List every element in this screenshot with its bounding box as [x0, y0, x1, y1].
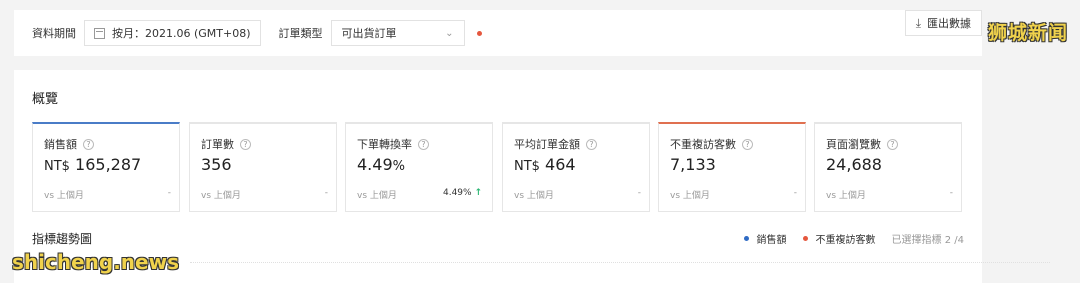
- metric-card-pageviews[interactable]: 頁面瀏覽數 ? 24,688 vs 上個月 -: [814, 122, 962, 212]
- card-delta: 4.49% ↑: [442, 188, 482, 198]
- overview-title: 概覽: [32, 92, 59, 107]
- card-title: 下單轉換率: [357, 138, 412, 151]
- help-icon[interactable]: ?: [83, 138, 94, 150]
- period-value: 按月：2021.06 (GMT+08): [112, 27, 251, 40]
- legend-dot: [802, 236, 808, 241]
- trend-title: 指標趨勢圖: [32, 232, 93, 246]
- help-icon[interactable]: ?: [887, 138, 898, 150]
- card-title: 頁面瀏覽數: [826, 138, 881, 151]
- card-value: 4.49%: [357, 155, 405, 174]
- metric-card-aov[interactable]: 平均訂單金額 ? NT$ 464 vs 上個月 -: [502, 122, 650, 212]
- trend-legend: 銷售額 不重複訪客數 已選擇指標 2 /4: [743, 231, 964, 246]
- help-icon[interactable]: ?: [742, 138, 753, 150]
- card-compare: vs 上個月: [44, 191, 84, 201]
- help-icon[interactable]: ?: [240, 138, 251, 150]
- order-type-label: 訂單類型: [278, 27, 323, 40]
- card-compare: vs 上個月: [201, 191, 241, 201]
- card-title: 銷售額: [44, 138, 77, 151]
- metric-card-visitors[interactable]: 不重複訪客數 ? 7,133 vs 上個月 -: [658, 122, 806, 212]
- card-compare: vs 上個月: [670, 191, 710, 201]
- card-title: 訂單數: [201, 138, 234, 151]
- legend-item-sales[interactable]: 銷售額: [743, 231, 787, 246]
- watermark-text: shicheng.news: [12, 250, 179, 274]
- card-value: NT$ 165,287: [44, 155, 142, 174]
- selected-metrics-count: 已選擇指標 2 /4: [891, 235, 964, 246]
- period-selector[interactable]: 按月：2021.06 (GMT+08): [84, 20, 261, 46]
- card-value: 7,133: [670, 155, 716, 174]
- card-value: NT$ 464: [514, 155, 576, 174]
- card-compare: vs 上個月: [826, 191, 866, 201]
- card-compare: vs 上個月: [514, 191, 554, 201]
- card-title: 不重複訪客數: [670, 138, 736, 151]
- status-dot: [476, 30, 482, 36]
- help-icon[interactable]: ?: [586, 138, 597, 150]
- export-button[interactable]: ⤓ 匯出數據: [904, 10, 982, 36]
- export-label: 匯出數據: [927, 17, 971, 30]
- legend-dot: [743, 236, 749, 241]
- calendar-icon: [94, 27, 105, 39]
- card-trend: -: [793, 188, 797, 198]
- card-trend: -: [167, 188, 171, 198]
- card-trend: -: [949, 188, 953, 198]
- arrow-up-icon: ↑: [474, 188, 482, 198]
- period-label: 資料期間: [32, 27, 76, 40]
- filter-bar: 資料期間 按月：2021.06 (GMT+08) 訂單類型 可出貨訂單 ⌄: [14, 10, 982, 56]
- card-title: 平均訂單金額: [514, 138, 580, 151]
- help-icon[interactable]: ?: [418, 138, 429, 150]
- watermark-logo: 狮城新闻: [987, 22, 1068, 44]
- download-icon: ⤓: [915, 15, 921, 30]
- legend-label: 銷售額: [756, 235, 787, 246]
- legend-label: 不重複訪客數: [815, 235, 876, 246]
- order-type-select[interactable]: 可出貨訂單 ⌄: [330, 20, 465, 46]
- card-value: 24,688: [826, 155, 882, 174]
- metric-card-conversion[interactable]: 下單轉換率 ? 4.49% vs 上個月 4.49% ↑: [345, 122, 493, 212]
- chevron-down-icon: ⌄: [445, 27, 454, 39]
- metric-card-sales[interactable]: 銷售額 ? NT$ 165,287 vs 上個月 -: [32, 122, 180, 212]
- card-trend: -: [324, 188, 328, 198]
- legend-item-visitors[interactable]: 不重複訪客數: [802, 231, 876, 246]
- chart-gridline: [190, 262, 1050, 263]
- card-compare: vs 上個月: [357, 191, 397, 201]
- order-type-value: 可出貨訂單: [341, 27, 397, 40]
- metric-card-orders[interactable]: 訂單數 ? 356 vs 上個月 -: [189, 122, 337, 212]
- card-trend: -: [637, 188, 641, 198]
- card-value: 356: [201, 155, 232, 174]
